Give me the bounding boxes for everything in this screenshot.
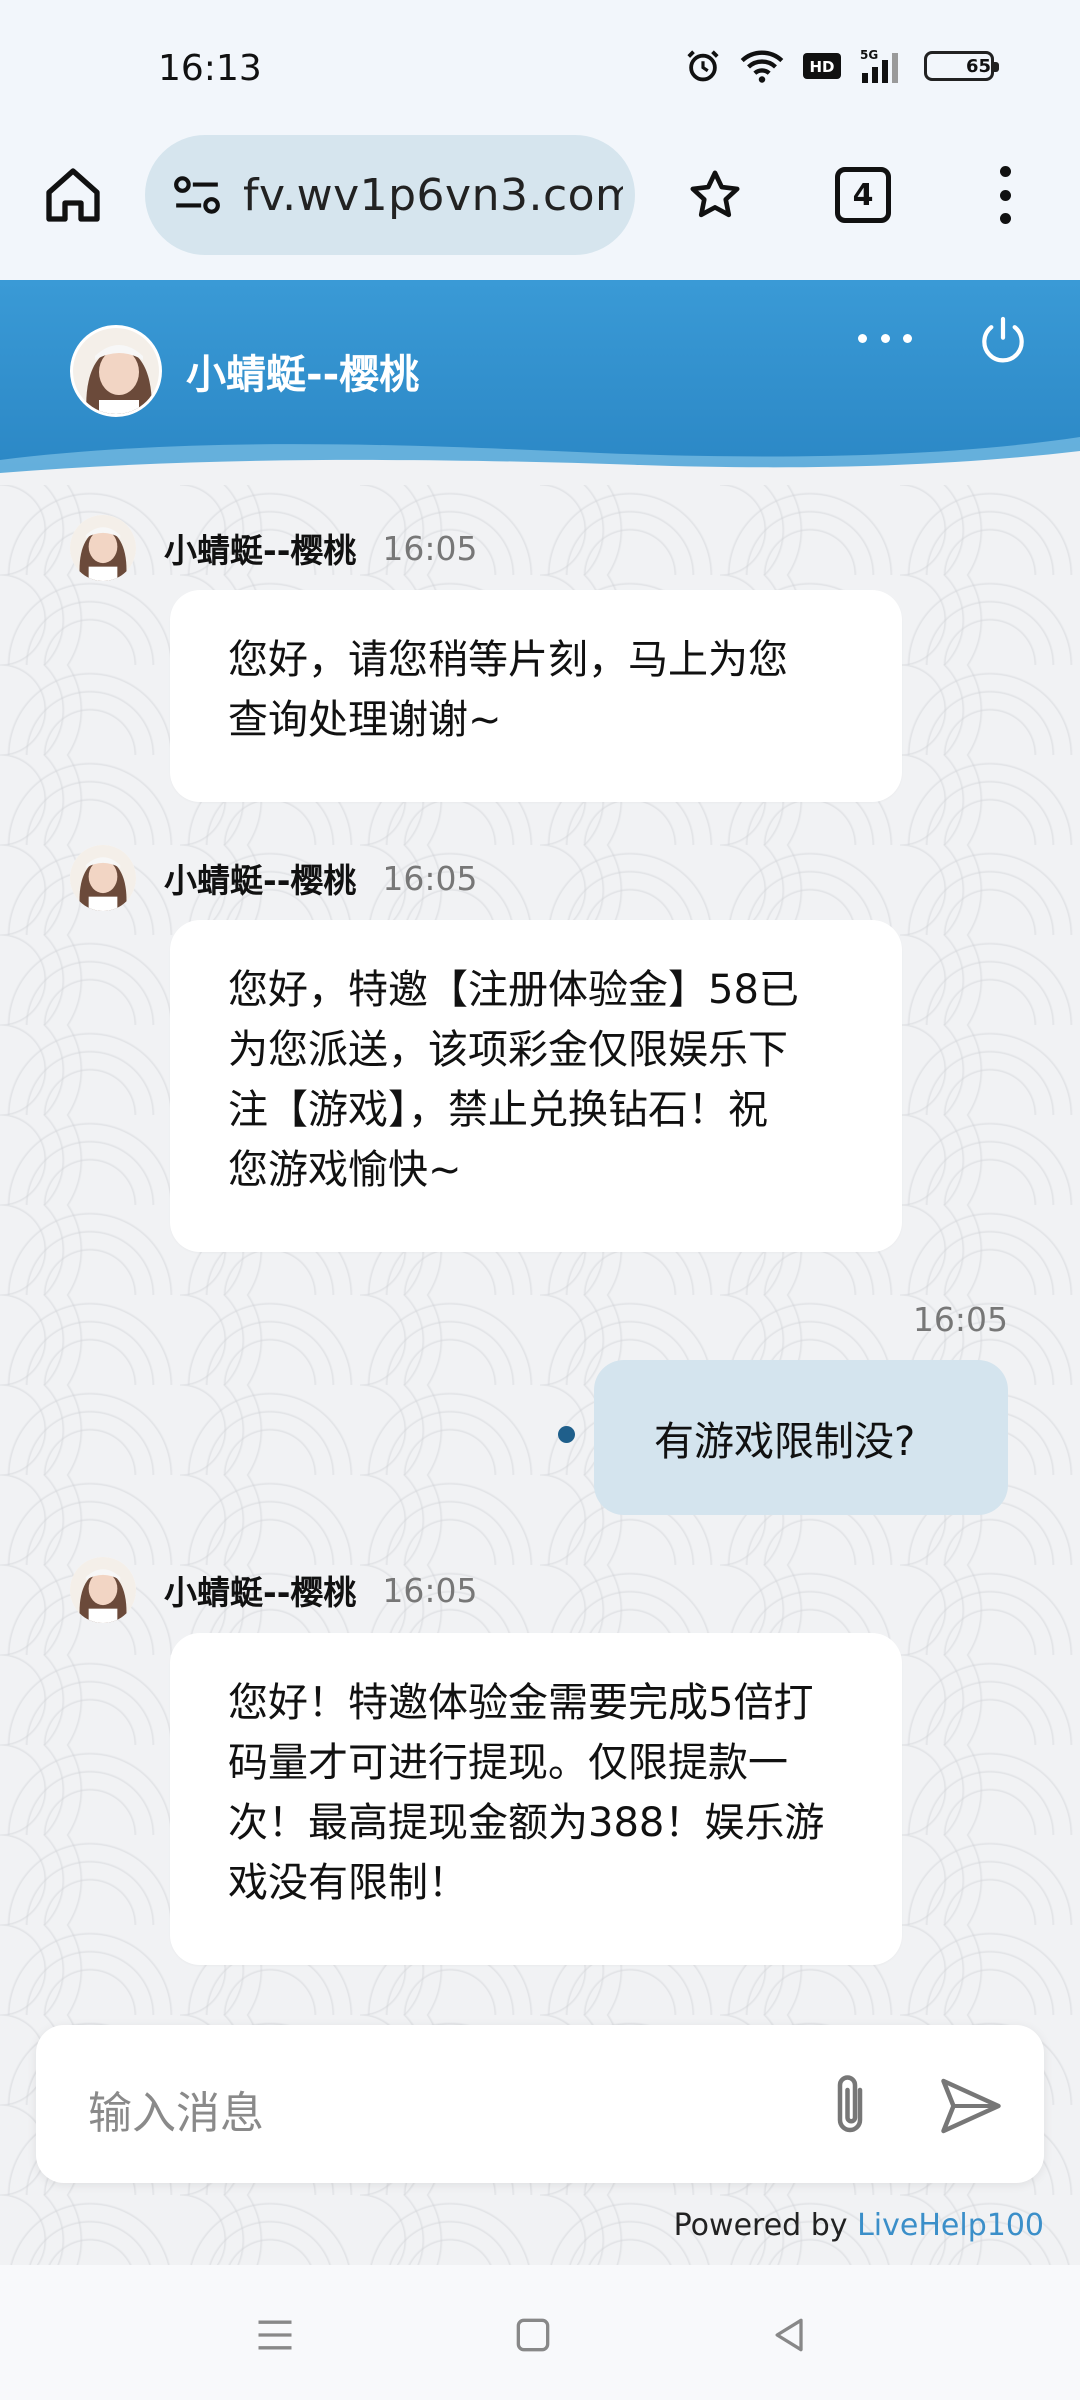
message-sender: 小蜻蜓--樱桃	[164, 1573, 357, 1612]
agent-avatar	[70, 1557, 136, 1623]
menu-icon	[258, 2320, 292, 2350]
power-icon	[982, 316, 1024, 363]
paperclip-icon	[837, 2075, 863, 2133]
home-icon	[46, 168, 100, 222]
message-sender: 小蜻蜓--樱桃	[164, 861, 357, 900]
message-line: 您好！特邀体验金需要完成5倍打	[228, 1680, 814, 1726]
home-button[interactable]	[38, 160, 108, 230]
alarm-icon	[684, 47, 722, 85]
message-sender: 小蜻蜓--樱桃	[164, 531, 357, 570]
message-meta: 小蜻蜓--樱桃 16:05	[70, 1557, 478, 1623]
wifi-icon	[740, 48, 784, 84]
message-line: 您游戏愉快~	[228, 1147, 462, 1193]
message-time: 16:05	[382, 858, 478, 898]
browser-toolbar: fv.wv1p6vn3.com 4	[0, 130, 1080, 280]
message-line: 您好，请您稍等片刻，马上为您	[228, 637, 788, 683]
chat-more-button[interactable]	[858, 328, 912, 348]
message-line: 码量才可进行提现。仅限提款一	[228, 1740, 788, 1786]
chat-header: 小蜻蜓--樱桃	[0, 280, 1080, 485]
browser-menu-button[interactable]	[985, 160, 1025, 230]
power-button[interactable]	[975, 312, 1031, 368]
message-time: 16:05	[382, 528, 478, 568]
home-nav-button[interactable]	[503, 2305, 563, 2365]
hd-icon: HD	[802, 51, 842, 81]
agent-message-bubble: 您好，特邀【注册体验金】58已 为您派送，该项彩金仅限娱乐下 注【游戏】，禁止兑…	[170, 920, 902, 1252]
user-message-time: 16:05	[912, 1300, 1008, 1339]
star-icon	[690, 170, 740, 218]
dot-icon	[880, 333, 890, 343]
powered-by-prefix: Powered by	[673, 2208, 858, 2243]
battery-icon: 65	[924, 51, 999, 81]
message-input-box[interactable]: 输入消息	[36, 2025, 1044, 2183]
agent-message-bubble: 您好，请您稍等片刻，马上为您 查询处理谢谢~	[170, 590, 902, 802]
site-settings-icon[interactable]	[167, 165, 227, 225]
url-text[interactable]: fv.wv1p6vn3.com	[243, 170, 623, 221]
user-message-bubble: 有游戏限制没?	[594, 1360, 1008, 1515]
message-time: 16:05	[382, 1570, 478, 1610]
5g-signal-icon: 5G	[860, 47, 906, 85]
agent-message-bubble: 您好！特邀体验金需要完成5倍打 码量才可进行提现。仅限提款一 次！最高提现金额为…	[170, 1633, 902, 1965]
svg-text:HD: HD	[809, 58, 834, 76]
agent-avatar	[70, 325, 162, 417]
message-input[interactable]: 输入消息	[88, 2077, 264, 2141]
address-bar[interactable]: fv.wv1p6vn3.com	[145, 135, 635, 255]
agent-avatar	[70, 515, 136, 581]
dot-icon	[999, 189, 1011, 201]
message-line: 次！最高提现金额为388！娱乐游	[228, 1800, 825, 1846]
message-text: 有游戏限制没?	[654, 1418, 916, 1465]
back-triangle-icon	[775, 2318, 803, 2352]
svg-text:5G: 5G	[860, 48, 878, 62]
agent-name: 小蜻蜓--樱桃	[186, 352, 420, 398]
dot-icon	[999, 213, 1011, 224]
status-time: 16:13	[158, 48, 262, 89]
system-nav-bar	[0, 2265, 1080, 2400]
agent-avatar	[70, 845, 136, 911]
header-wave	[0, 437, 1080, 485]
message-line: 您好，特邀【注册体验金】58已	[228, 967, 799, 1013]
dot-icon	[903, 333, 912, 343]
attach-button[interactable]	[820, 2069, 880, 2141]
sent-status-dot	[558, 1426, 575, 1443]
message-meta: 小蜻蜓--樱桃 16:05	[70, 845, 478, 911]
dot-icon	[999, 166, 1011, 177]
send-icon	[941, 2078, 1001, 2134]
battery-level: 65	[965, 55, 991, 77]
message-line: 为您派送，该项彩金仅限娱乐下	[228, 1027, 788, 1073]
message-line: 查询处理谢谢~	[228, 697, 502, 743]
square-icon	[516, 2318, 550, 2352]
recent-apps-button[interactable]	[245, 2305, 305, 2365]
powered-by: Powered by LiveHelp100	[674, 2208, 1044, 2243]
status-bar: 16:13 HD 5G 65	[0, 0, 1080, 130]
back-button[interactable]	[760, 2305, 820, 2365]
livehelp-link[interactable]: LiveHelp100	[857, 2208, 1044, 2243]
status-icons: HD 5G 65	[684, 46, 999, 86]
bookmark-button[interactable]	[680, 160, 750, 230]
dot-icon	[858, 333, 867, 343]
message-list[interactable]: 小蜻蜓--樱桃 16:05 您好，请您稍等片刻，马上为您 查询处理谢谢~ 小蜻蜓…	[0, 485, 1080, 2265]
tab-switcher-button[interactable]: 4	[835, 167, 891, 223]
message-meta: 小蜻蜓--樱桃 16:05	[70, 515, 478, 581]
message-line: 戏没有限制！	[228, 1860, 468, 1906]
message-line: 注【游戏】，禁止兑换钻石！祝	[228, 1087, 768, 1133]
send-button[interactable]	[936, 2073, 1006, 2139]
